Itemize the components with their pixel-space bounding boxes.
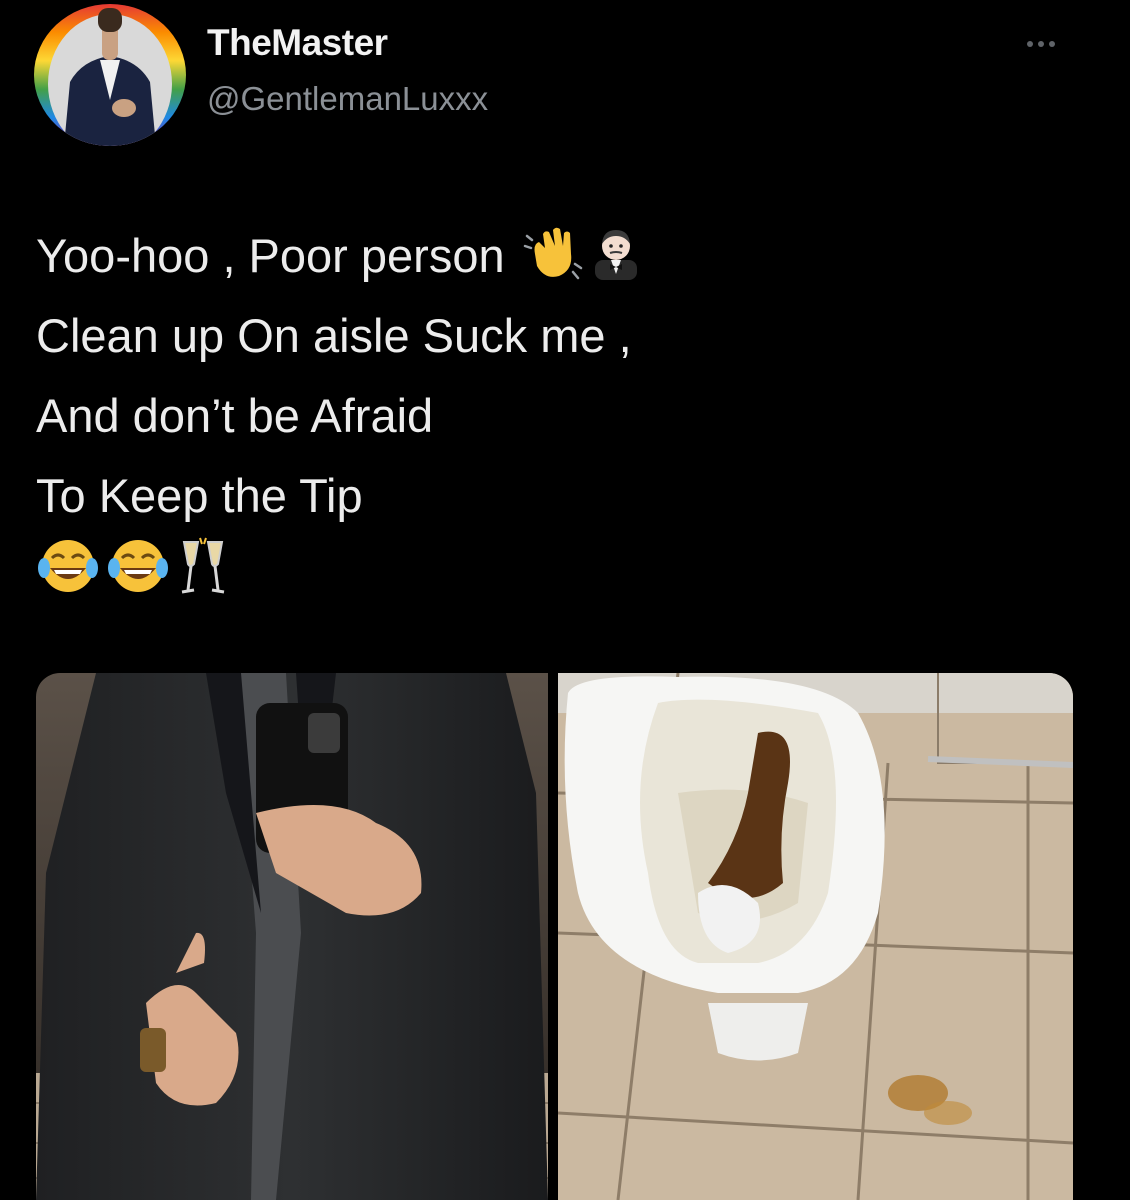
tweet-media-grid <box>36 673 1073 1200</box>
man-in-tuxedo-icon <box>589 224 643 304</box>
tweet-emoji-line <box>36 534 236 604</box>
more-options-button[interactable] <box>1022 30 1062 54</box>
author-avatar[interactable] <box>34 4 186 146</box>
tweet-line-2: Clean up On aisle Suck me , <box>36 309 632 362</box>
waving-hand-icon <box>523 224 583 304</box>
profile-photo-icon <box>34 4 186 146</box>
mirror-selfie-photo[interactable] <box>36 673 548 1200</box>
author-display-name[interactable]: TheMaster <box>207 22 388 64</box>
face-with-tears-of-joy-icon <box>36 534 100 603</box>
tweet-line-1: Yoo-hoo , Poor person <box>36 216 1096 296</box>
tweet-text: Yoo-hoo , Poor person Clean up On aisle … <box>36 216 1096 536</box>
face-with-tears-of-joy-icon <box>106 534 170 603</box>
tweet-line-3: And don’t be Afraid <box>36 389 434 442</box>
author-handle[interactable]: @GentlemanLuxxx <box>207 80 488 118</box>
more-options-icon <box>1027 41 1055 47</box>
clinking-glasses-icon <box>176 534 230 603</box>
tweet-line-4: To Keep the Tip <box>36 469 363 522</box>
toilet-photo[interactable] <box>557 673 1073 1200</box>
